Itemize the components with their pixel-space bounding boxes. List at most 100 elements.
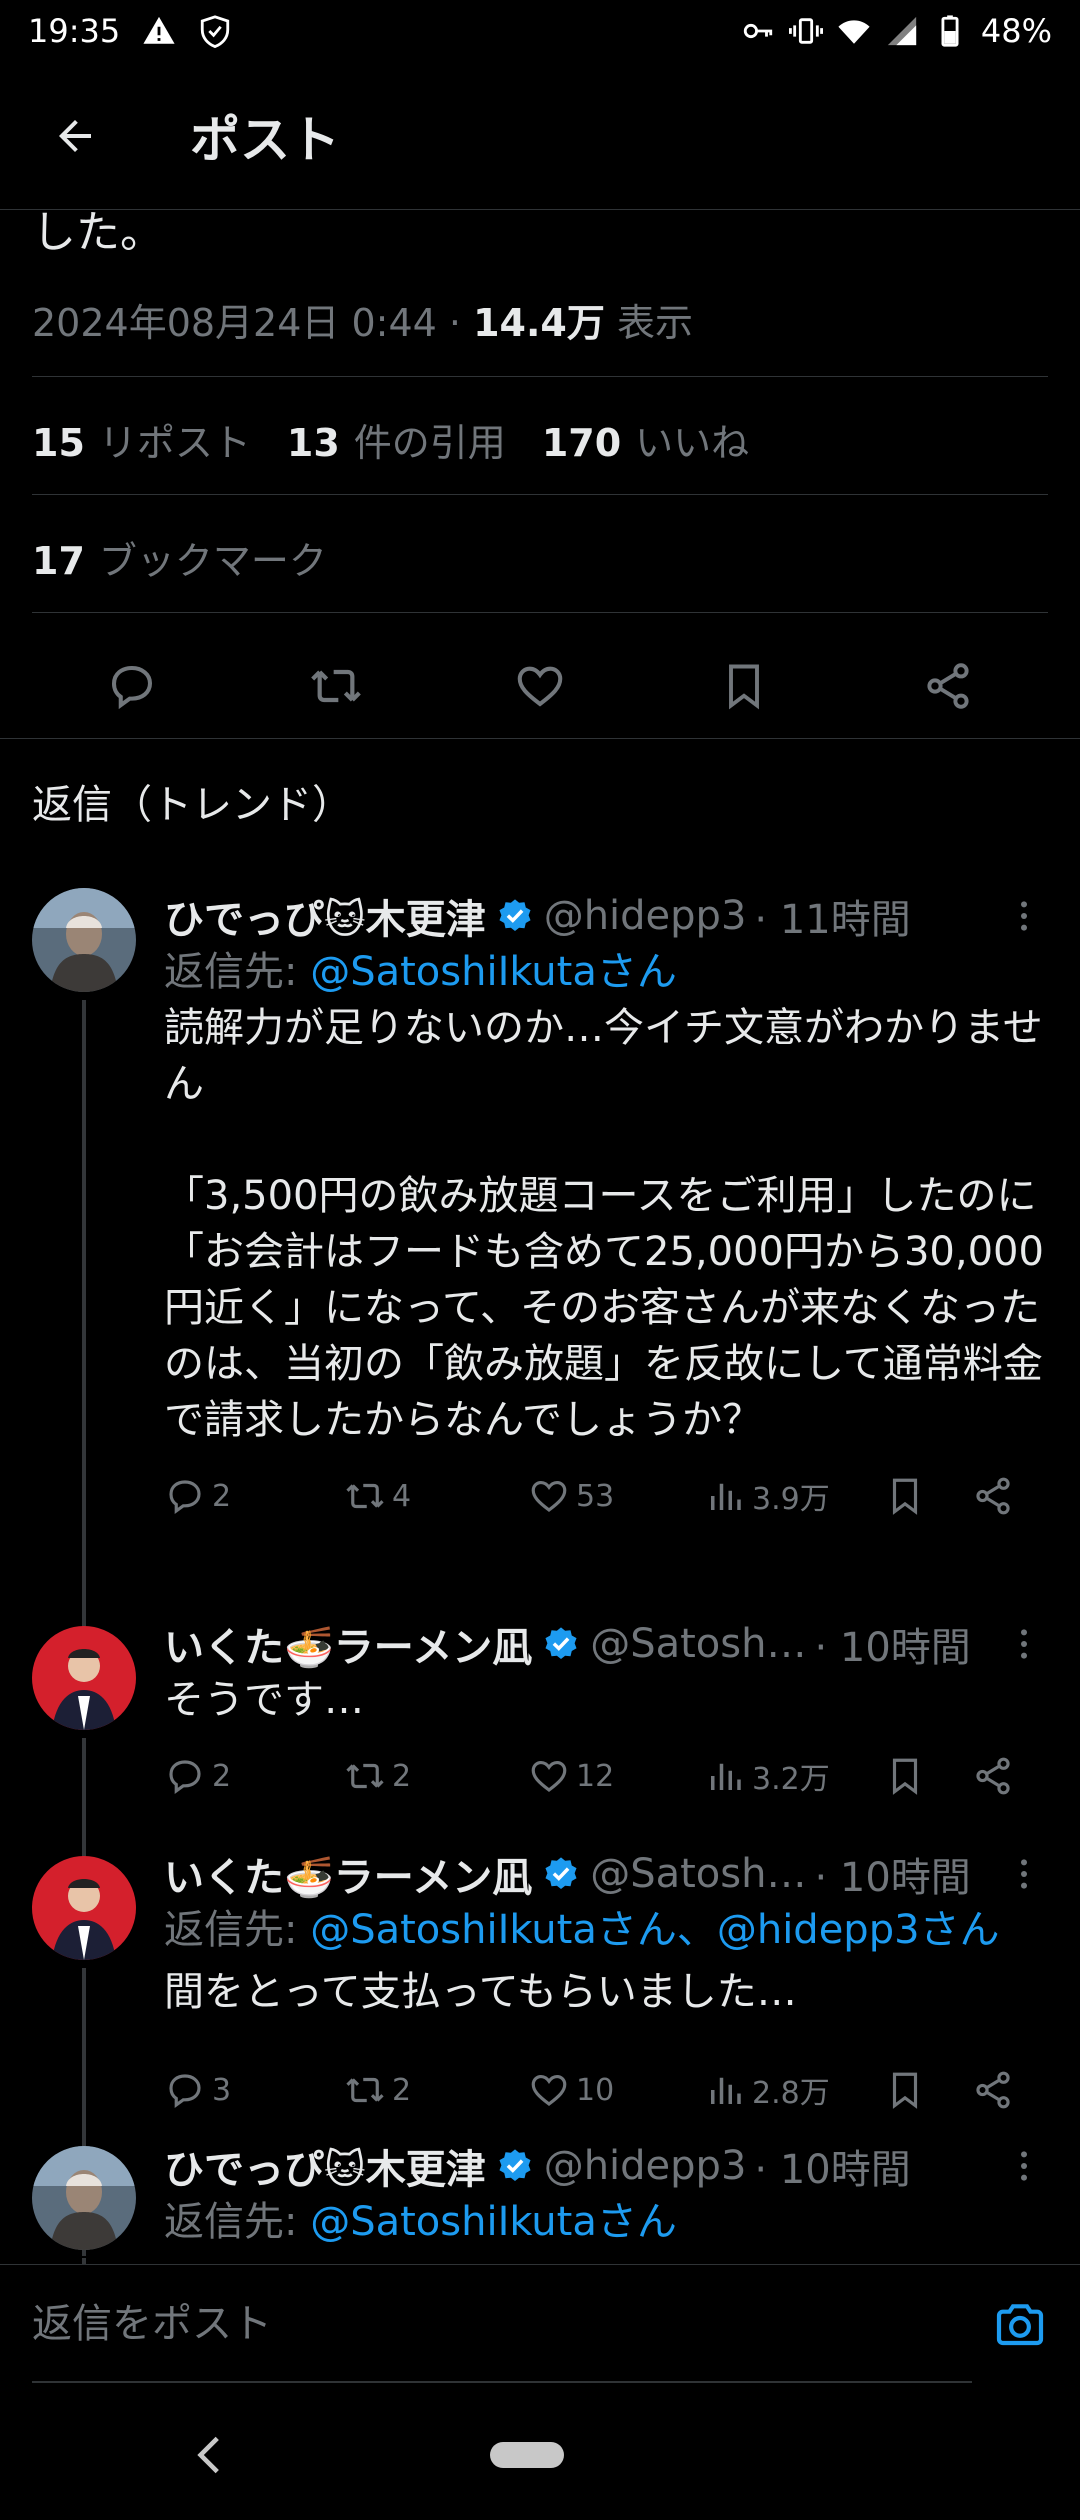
avatar[interactable]	[32, 1626, 136, 1730]
back-arrow-icon	[59, 119, 91, 152]
share-button[interactable]	[972, 1755, 1014, 1797]
top-bar: ポスト	[0, 62, 1080, 210]
analytics-icon	[711, 1763, 741, 1790]
system-nav-bar	[0, 2390, 1080, 2520]
reply-button[interactable]: 2	[164, 1755, 344, 1797]
author-handle[interactable]: @Satosh…	[590, 1851, 806, 1897]
analytics-icon	[711, 1483, 741, 1510]
avatar[interactable]	[32, 1856, 136, 1960]
repost-icon	[346, 2077, 384, 2103]
views-button[interactable]: 2.8万	[704, 2068, 884, 2112]
more-options-icon[interactable]	[1004, 1624, 1044, 1664]
like-button[interactable]: 12	[528, 1755, 704, 1797]
post-time[interactable]: · 10時間	[814, 1845, 970, 1903]
reply-to-link[interactable]: @SatoshiIkutaさん	[310, 949, 677, 995]
reply-to-link[interactable]: @SatoshiIkutaさん、@hidepp3さん	[310, 1907, 999, 1953]
share-button[interactable]	[972, 1475, 1014, 1517]
post-text-tail: した。	[32, 207, 164, 258]
bookmark-button[interactable]	[884, 2069, 972, 2111]
status-bar: 19:35 48%	[0, 0, 1080, 62]
post-time[interactable]: · 11時間	[754, 887, 910, 945]
replies-sort-label[interactable]: 返信（トレンド）	[32, 772, 352, 830]
verified-badge-icon	[545, 1857, 577, 1890]
reply-button[interactable]: 3	[164, 2069, 344, 2111]
share-icon	[976, 2071, 1010, 2109]
divider	[32, 494, 1048, 495]
system-back-icon[interactable]	[186, 2430, 236, 2480]
reply-button[interactable]: 2	[164, 1475, 344, 1517]
repost-icon	[311, 669, 361, 703]
camera-icon[interactable]	[992, 2297, 1048, 2353]
share-button[interactable]	[916, 654, 980, 718]
share-icon	[927, 663, 969, 709]
post-views-label: 表示	[616, 301, 693, 345]
views-button[interactable]: 3.9万	[704, 1474, 884, 1518]
reply-icon	[169, 1480, 201, 1514]
divider	[32, 612, 1048, 613]
bookmark-button[interactable]	[884, 1475, 972, 1517]
repost-icon	[346, 1483, 384, 1509]
likes-stat[interactable]: 170 いいね	[542, 412, 749, 467]
more-options-icon[interactable]	[1004, 896, 1044, 936]
heart-icon	[517, 666, 563, 707]
shield-icon	[201, 15, 230, 48]
bookmark-icon	[892, 1758, 918, 1795]
status-time: 19:35	[28, 12, 121, 50]
reply-button[interactable]	[100, 654, 164, 718]
heart-icon	[531, 1480, 567, 1512]
heart-icon	[531, 1760, 567, 1792]
author-handle[interactable]: @Satosh…	[590, 1621, 806, 1667]
author-name[interactable]: いくた🍜ラーメン凪	[164, 1615, 532, 1673]
more-options-icon[interactable]	[1004, 2146, 1044, 2186]
back-button[interactable]	[40, 101, 110, 171]
like-button[interactable]	[508, 654, 572, 718]
reply-text: そうです…	[164, 1677, 364, 1723]
like-button[interactable]: 53	[528, 1475, 704, 1517]
repost-button[interactable]: 2	[344, 1755, 528, 1797]
bookmark-button[interactable]	[712, 654, 776, 718]
author-name[interactable]: いくた🍜ラーメン凪	[164, 1845, 532, 1903]
bookmark-icon	[729, 664, 759, 710]
like-button[interactable]: 10	[528, 2069, 704, 2111]
reply-actions: 3 2 10 2.8万	[164, 2060, 1044, 2120]
post-time[interactable]: · 10時間	[754, 2137, 910, 2195]
author-handle[interactable]: @hidepp3	[544, 893, 747, 939]
reply-text: 読解力が足りないのか…今イチ文意がわかりません 「3,500円の飲み放題コースを…	[164, 1005, 1044, 1443]
more-options-icon[interactable]	[1004, 1854, 1044, 1894]
quotes-stat[interactable]: 13 件の引用	[287, 412, 506, 467]
views-button[interactable]: 3.2万	[704, 1754, 884, 1798]
post-views-count: 14.4万	[473, 301, 605, 345]
avatar[interactable]	[32, 888, 136, 992]
share-icon	[976, 1477, 1010, 1515]
wifi-icon	[838, 20, 870, 44]
share-button[interactable]	[972, 2069, 1014, 2111]
reply-to-link[interactable]: @SatoshiIkutaさん	[310, 2199, 677, 2245]
reply-to-line: 返信先: @SatoshiIkutaさん	[164, 949, 677, 995]
share-icon	[976, 1757, 1010, 1795]
page-title: ポスト	[190, 110, 340, 169]
reply-icon	[169, 2074, 201, 2108]
post-time[interactable]: · 10時間	[814, 1615, 970, 1673]
reply-input[interactable]: 返信をポスト	[32, 2265, 972, 2383]
reply-to-line: 返信先: @SatoshiIkutaさん、@hidepp3さん	[164, 1907, 1000, 1953]
signal-icon	[887, 16, 917, 46]
reply-actions: 2 2 12 3.2万	[164, 1746, 1044, 1806]
post-date[interactable]: 2024年08月24日 0:44	[32, 301, 437, 345]
repost-button[interactable]: 4	[344, 1475, 528, 1517]
avatar[interactable]	[32, 2146, 136, 2250]
system-home-pill[interactable]	[490, 2442, 564, 2468]
reposts-stat[interactable]: 15 リポスト	[32, 412, 251, 467]
bookmark-button[interactable]	[884, 1755, 972, 1797]
thread-line	[82, 1000, 86, 1672]
author-name[interactable]: ひでっぴ🐱木更津	[164, 2137, 486, 2195]
reply-compose-bar: 返信をポスト	[0, 2264, 1080, 2384]
reply-to-line: 返信先: @SatoshiIkutaさん	[164, 2199, 677, 2245]
repost-button[interactable]	[304, 654, 368, 718]
author-name[interactable]: ひでっぴ🐱木更津	[164, 887, 486, 945]
bookmarks-stat[interactable]: 17 ブックマーク	[32, 530, 327, 585]
repost-icon	[346, 1763, 384, 1789]
repost-button[interactable]: 2	[344, 2069, 528, 2111]
bookmark-icon	[892, 2072, 918, 2109]
key-icon	[743, 23, 773, 39]
author-handle[interactable]: @hidepp3	[544, 2143, 747, 2189]
